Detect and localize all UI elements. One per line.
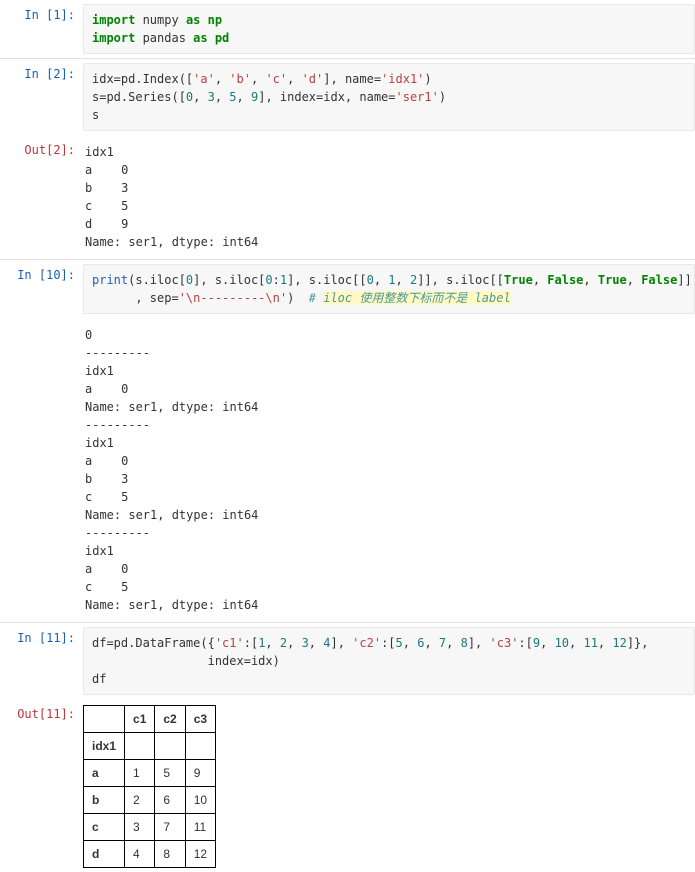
- cell-body: print(s.iloc[0], s.iloc[0:1], s.iloc[[0,…: [83, 264, 695, 314]
- table-cell: 10: [185, 787, 215, 814]
- table-cell: 9: [185, 760, 215, 787]
- table-cell: 2: [125, 787, 155, 814]
- column-header: c1: [125, 706, 155, 733]
- empty-cell: [125, 733, 155, 760]
- output-cell-2: Out[2]: idx1 a 0 b 3 c 5 d 9 Name: ser1,…: [0, 135, 695, 259]
- code-input[interactable]: df=pd.DataFrame({'c1':[1, 2, 3, 4], 'c2'…: [83, 627, 695, 695]
- code-cell-2: In [2]: idx=pd.Index(['a', 'b', 'c', 'd'…: [0, 58, 695, 135]
- table-cell: 7: [155, 814, 185, 841]
- row-index: b: [84, 787, 125, 814]
- cell-body: 0 --------- idx1 a 0 Name: ser1, dtype: …: [83, 322, 695, 618]
- out-prompt: Out[11]:: [0, 703, 83, 868]
- row-index: c: [84, 814, 125, 841]
- dataframe-table: c1c2c3idx1a159b2610c3711d4812: [83, 705, 216, 868]
- in-prompt: In [11]:: [0, 627, 83, 695]
- table-row: c3711: [84, 814, 216, 841]
- column-header: c2: [155, 706, 185, 733]
- cell-body: df=pd.DataFrame({'c1':[1, 2, 3, 4], 'c2'…: [83, 627, 695, 695]
- table-cell: 3: [125, 814, 155, 841]
- row-index: d: [84, 841, 125, 868]
- table-cell: 6: [155, 787, 185, 814]
- table-cell: 4: [125, 841, 155, 868]
- out-prompt-empty: [0, 322, 83, 618]
- row-index: a: [84, 760, 125, 787]
- code-input[interactable]: print(s.iloc[0], s.iloc[0:1], s.iloc[[0,…: [83, 264, 695, 314]
- table-cell: 8: [155, 841, 185, 868]
- table-cell: 12: [185, 841, 215, 868]
- in-prompt: In [10]:: [0, 264, 83, 314]
- table-cell: 11: [185, 814, 215, 841]
- output-text: 0 --------- idx1 a 0 Name: ser1, dtype: …: [83, 322, 695, 618]
- cell-body: idx1 a 0 b 3 c 5 d 9 Name: ser1, dtype: …: [83, 139, 695, 255]
- out-prompt: Out[2]:: [0, 139, 83, 255]
- table-row: a159: [84, 760, 216, 787]
- code-input[interactable]: idx=pd.Index(['a', 'b', 'c', 'd'], name=…: [83, 63, 695, 131]
- output-cell-10: 0 --------- idx1 a 0 Name: ser1, dtype: …: [0, 318, 695, 622]
- index-name-row: idx1: [84, 733, 216, 760]
- table-cell: 5: [155, 760, 185, 787]
- code-cell-10: In [10]: print(s.iloc[0], s.iloc[0:1], s…: [0, 259, 695, 318]
- cell-body: c1c2c3idx1a159b2610c3711d4812: [83, 703, 695, 868]
- in-prompt: In [2]:: [0, 63, 83, 131]
- output-cell-11: Out[11]: c1c2c3idx1a159b2610c3711d4812: [0, 699, 695, 872]
- cell-body: import numpy as np import pandas as pd: [83, 4, 695, 54]
- column-header: c3: [185, 706, 215, 733]
- in-prompt: In [1]:: [0, 4, 83, 54]
- code-cell-1: In [1]: import numpy as np import pandas…: [0, 0, 695, 58]
- empty-cell: [185, 733, 215, 760]
- cell-body: idx=pd.Index(['a', 'b', 'c', 'd'], name=…: [83, 63, 695, 131]
- code-input[interactable]: import numpy as np import pandas as pd: [83, 4, 695, 54]
- corner-cell: [84, 706, 125, 733]
- empty-cell: [155, 733, 185, 760]
- index-name: idx1: [84, 733, 125, 760]
- output-text: idx1 a 0 b 3 c 5 d 9 Name: ser1, dtype: …: [83, 139, 695, 255]
- table-cell: 1: [125, 760, 155, 787]
- table-header-row: c1c2c3: [84, 706, 216, 733]
- code-cell-11: In [11]: df=pd.DataFrame({'c1':[1, 2, 3,…: [0, 622, 695, 699]
- table-row: b2610: [84, 787, 216, 814]
- table-row: d4812: [84, 841, 216, 868]
